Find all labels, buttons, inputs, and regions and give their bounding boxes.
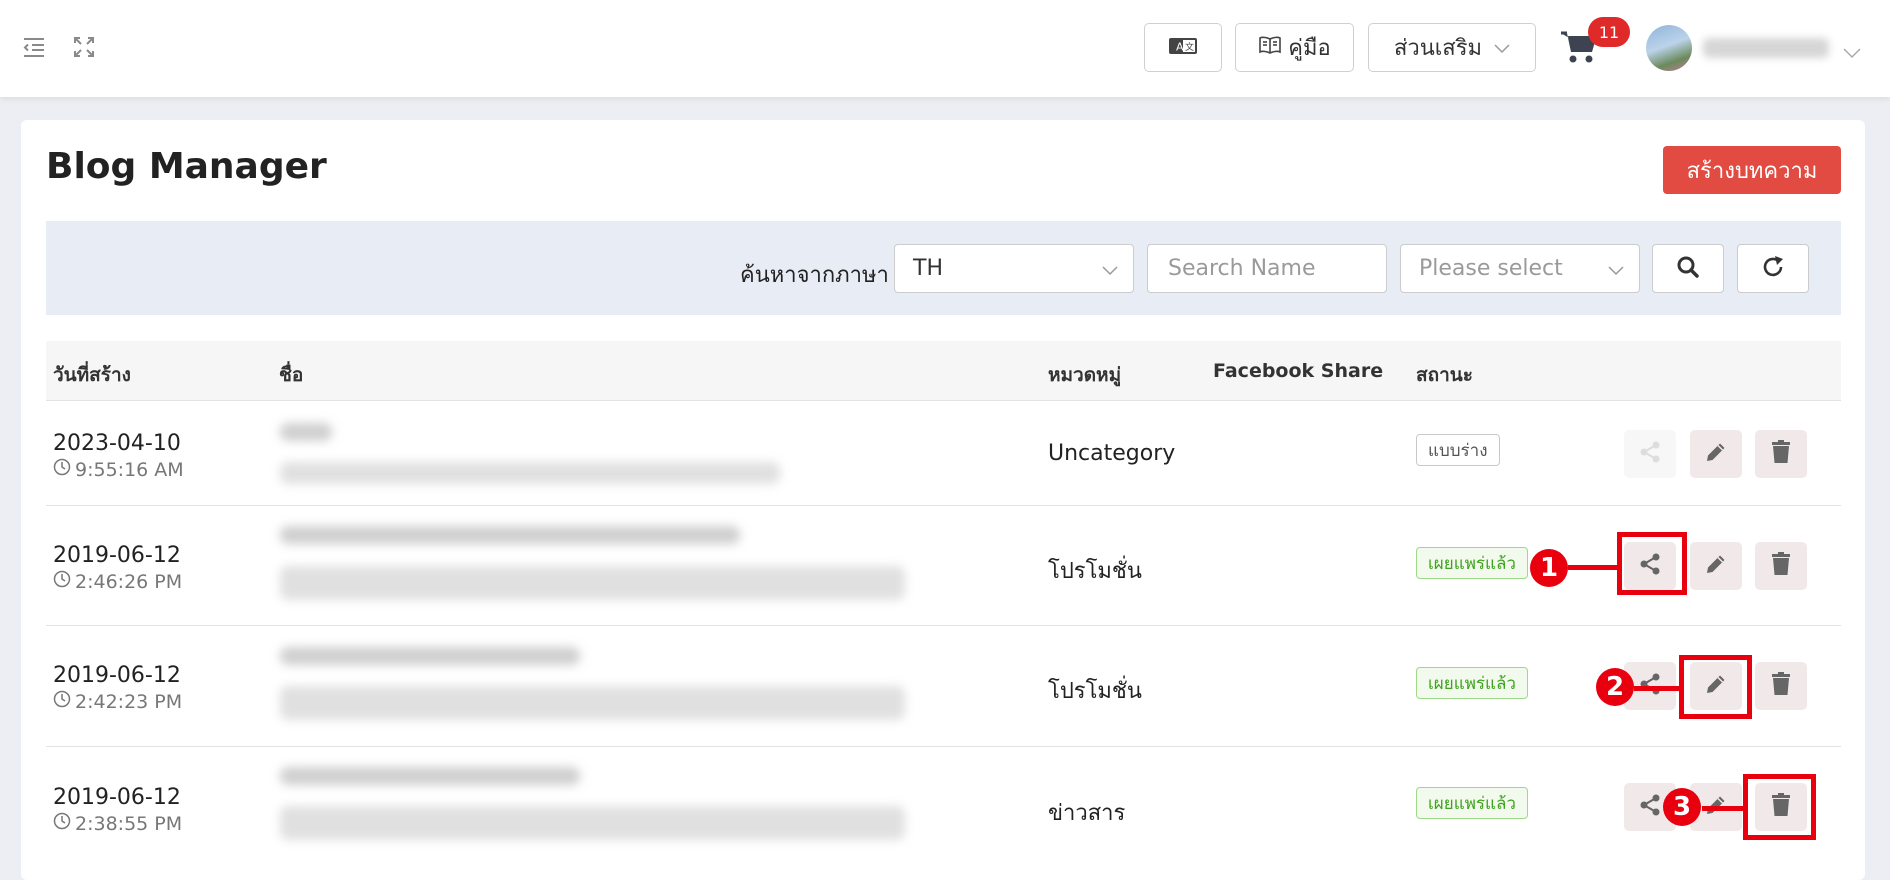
post-url-blurred [280,686,905,720]
table-header [46,341,1841,401]
row-category: โปรโมชั่น [1048,559,1142,584]
search-name-field[interactable] [1147,244,1387,293]
chevron-down-icon [1494,35,1510,60]
chevron-down-icon [1101,260,1119,278]
search-name-input[interactable] [1166,255,1386,282]
addons-label: ส่วนเสริม [1393,36,1483,61]
row-category: โปรโมชั่น [1048,679,1142,704]
fullscreen-icon[interactable] [71,34,97,60]
delete-button[interactable] [1755,542,1807,590]
share-icon [1638,793,1662,821]
column-facebook-share: Facebook Share [1213,360,1384,382]
column-created: วันที่สร้าง [53,364,131,386]
status-badge: แบบร่าง [1416,434,1500,466]
delete-button[interactable] [1755,430,1807,478]
trash-icon [1770,672,1792,700]
pencil-icon [1704,440,1728,468]
category-select[interactable]: Please select [1400,244,1640,293]
search-icon [1676,255,1700,283]
collapse-menu-icon[interactable] [21,34,47,60]
highlight-connector [1634,686,1680,691]
highlight-connector [1702,806,1744,811]
row-time: 9:55:16 AM [53,458,184,481]
language-select-value: TH [913,256,943,281]
post-title-blurred [280,767,580,785]
edit-button[interactable] [1690,542,1742,590]
post-title-blurred [280,647,580,665]
trash-icon [1770,552,1792,580]
row-date: 2019-06-12 [53,543,181,568]
row-time: 2:46:26 PM [53,570,182,593]
create-post-button[interactable]: สร้างบทความ [1663,146,1841,194]
book-icon [1258,35,1282,61]
cart-count-badge: 11 [1588,17,1630,47]
row-divider [46,746,1841,747]
status-badge: เผยแพร่แล้ว [1416,787,1528,819]
refresh-button[interactable] [1737,244,1809,293]
annotation-marker-3: 3 [1663,788,1701,826]
clock-icon [53,570,71,593]
avatar[interactable] [1646,25,1692,71]
post-url-blurred [280,566,905,600]
svg-text:文: 文 [1185,41,1194,53]
post-title-blurred [280,423,332,441]
post-url-blurred [280,462,780,484]
language-select[interactable]: TH [894,244,1134,293]
row-divider [46,505,1841,506]
row-date: 2019-06-12 [53,785,181,810]
column-category: หมวดหมู่ [1048,364,1122,386]
search-button[interactable] [1652,244,1724,293]
post-title-blurred [280,526,740,544]
trash-icon [1770,440,1792,468]
share-icon [1638,440,1662,468]
top-bar: A文 คู่มือ ส่วนเสริม 11 [0,0,1890,97]
clock-icon [53,690,71,713]
post-url-blurred [280,806,905,840]
user-name[interactable] [1703,38,1829,58]
manual-button[interactable]: คู่มือ [1235,23,1354,72]
row-category: ข่าวสาร [1048,801,1126,826]
translate-icon: A文 [1169,35,1197,60]
status-badge: เผยแพร่แล้ว [1416,547,1528,579]
column-name: ชื่อ [279,364,304,386]
addons-dropdown[interactable]: ส่วนเสริม [1368,23,1536,72]
translate-button[interactable]: A文 [1144,23,1222,72]
page-title: Blog Manager [46,146,327,187]
highlight-box-edit [1679,655,1752,719]
category-select-placeholder: Please select [1419,256,1563,281]
status-badge: เผยแพร่แล้ว [1416,667,1528,699]
clock-icon [53,812,71,835]
manual-label: คู่มือ [1288,36,1331,61]
row-time: 2:42:23 PM [53,690,182,713]
share-button[interactable] [1624,430,1676,478]
refresh-icon [1761,255,1785,283]
svg-text:A: A [1176,41,1184,54]
highlight-connector [1568,565,1618,570]
row-date: 2023-04-10 [53,431,181,456]
annotation-marker-2: 2 [1596,668,1634,706]
column-status: สถานะ [1416,364,1473,386]
row-time: 2:38:55 PM [53,812,182,835]
pencil-icon [1704,552,1728,580]
clock-icon [53,458,71,481]
user-menu-chevron-icon[interactable] [1843,44,1861,63]
row-date: 2019-06-12 [53,663,181,688]
annotation-marker-1: 1 [1530,549,1568,587]
chevron-down-icon [1607,260,1625,278]
row-divider [46,625,1841,626]
delete-button[interactable] [1755,662,1807,710]
edit-button[interactable] [1690,430,1742,478]
row-category: Uncategory [1048,441,1176,466]
language-filter-label: ค้นหาจากภาษา [740,263,889,288]
highlight-box-share [1617,532,1687,595]
highlight-box-delete [1743,774,1816,840]
